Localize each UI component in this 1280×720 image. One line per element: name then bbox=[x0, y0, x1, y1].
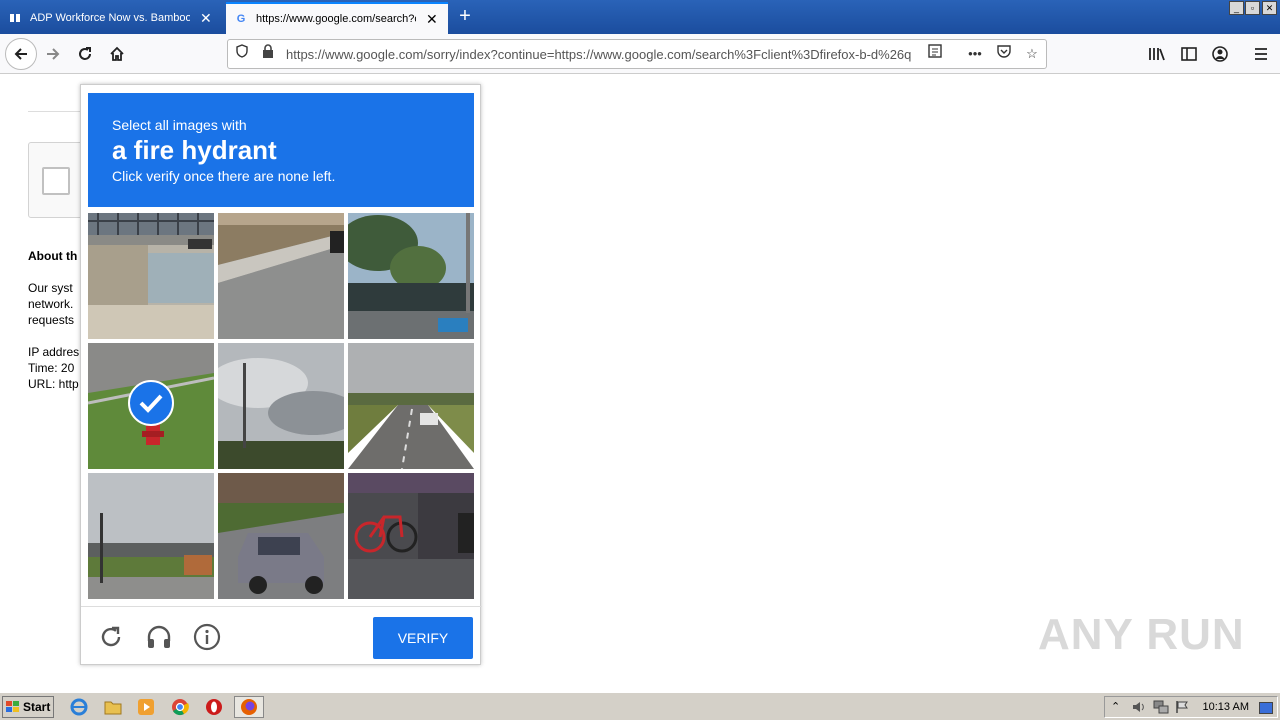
captcha-tile[interactable] bbox=[218, 473, 344, 599]
verify-button[interactable]: VERIFY bbox=[373, 617, 473, 659]
hamburger-icon bbox=[1255, 48, 1267, 60]
minimize-button[interactable]: _ bbox=[1229, 1, 1244, 15]
close-tab-icon[interactable]: ✕ bbox=[200, 10, 212, 27]
nav-bar: https://www.google.com/sorry/index?conti… bbox=[0, 34, 1280, 74]
text-line: IP addres bbox=[28, 345, 80, 359]
captcha-tile-selected[interactable] bbox=[88, 343, 214, 469]
recaptcha-box bbox=[28, 142, 88, 218]
google-icon: G bbox=[236, 13, 246, 25]
new-tab-button[interactable]: + bbox=[452, 4, 478, 30]
close-tab-icon[interactable]: ✕ bbox=[426, 11, 438, 28]
close-window-button[interactable]: ✕ bbox=[1262, 1, 1277, 15]
library-icon bbox=[1149, 48, 1165, 61]
more-actions-icon[interactable]: ••• bbox=[965, 44, 985, 64]
folder-icon[interactable] bbox=[102, 697, 124, 717]
captcha-tile[interactable] bbox=[348, 473, 474, 599]
arrow-left-icon bbox=[14, 48, 27, 60]
arrow-right-icon bbox=[47, 48, 60, 60]
captcha-banner: Select all images with a fire hydrant Cl… bbox=[88, 93, 474, 207]
bookmark-star-icon[interactable]: ☆ bbox=[1022, 44, 1042, 64]
reload-button[interactable] bbox=[70, 39, 100, 69]
library-button[interactable] bbox=[1142, 39, 1172, 69]
account-button[interactable] bbox=[1205, 39, 1235, 69]
account-icon bbox=[1212, 46, 1228, 62]
show-desktop-icon[interactable] bbox=[1259, 702, 1273, 714]
flag-icon[interactable] bbox=[1175, 700, 1189, 717]
system-tray: ⌃ 10:13 AM bbox=[1104, 696, 1278, 718]
forward-button[interactable] bbox=[38, 39, 68, 69]
captcha-tile[interactable] bbox=[348, 343, 474, 469]
url-text: https://www.google.com/sorry/index?conti… bbox=[286, 47, 912, 62]
request-details: IP addres Time: 20 URL: http bbox=[28, 344, 79, 392]
home-icon bbox=[110, 46, 124, 61]
target-object: a fire hydrant bbox=[112, 135, 277, 165]
captcha-tile[interactable] bbox=[218, 343, 344, 469]
tab-google[interactable]: G https://www.google.com/search?c ✕ bbox=[226, 2, 448, 34]
shield-icon[interactable] bbox=[232, 44, 252, 64]
hint-text: Click verify once there are none left. bbox=[112, 168, 336, 184]
tab-title: https://www.google.com/search?c bbox=[256, 13, 416, 25]
url-bar[interactable]: https://www.google.com/sorry/index?conti… bbox=[227, 39, 1047, 69]
sidebar-icon bbox=[1181, 47, 1197, 61]
windows-logo-icon bbox=[6, 701, 20, 713]
checkmark-icon bbox=[128, 380, 174, 426]
captcha-footer: VERIFY bbox=[81, 606, 482, 666]
text-line: network. bbox=[28, 297, 74, 311]
anyrun-watermark: ANY RUN bbox=[1038, 610, 1245, 659]
opera-icon[interactable] bbox=[203, 697, 225, 717]
recaptcha-checkbox[interactable] bbox=[42, 167, 70, 195]
captcha-tile[interactable] bbox=[218, 213, 344, 339]
media-player-icon[interactable] bbox=[135, 697, 157, 717]
text-line: Time: 20 bbox=[28, 361, 75, 375]
tray-expand-icon[interactable]: ⌃ bbox=[1111, 700, 1120, 713]
tab-title: ADP Workforce Now vs. BambooH bbox=[30, 12, 190, 24]
sidebar-button[interactable] bbox=[1174, 39, 1204, 69]
captcha-tile[interactable] bbox=[88, 213, 214, 339]
captcha-tile[interactable] bbox=[88, 473, 214, 599]
headphones-icon[interactable] bbox=[143, 621, 175, 653]
lock-icon[interactable] bbox=[258, 44, 278, 64]
start-label: Start bbox=[23, 700, 51, 714]
text-line: Our syst bbox=[28, 281, 73, 295]
chrome-icon[interactable] bbox=[169, 697, 191, 717]
network-icon[interactable] bbox=[1153, 700, 1169, 717]
divider bbox=[28, 111, 88, 112]
firefox-taskbar-button[interactable] bbox=[234, 696, 264, 718]
reader-view-icon[interactable] bbox=[925, 44, 945, 64]
text-line: URL: http bbox=[28, 377, 79, 391]
taskbar: Start ⌃ 10:13 AM bbox=[0, 692, 1280, 720]
home-button[interactable] bbox=[102, 39, 132, 69]
pocket-icon[interactable] bbox=[994, 44, 1014, 64]
clock: 10:13 AM bbox=[1202, 701, 1249, 713]
book-icon bbox=[8, 11, 22, 25]
info-icon[interactable] bbox=[191, 621, 223, 653]
volume-icon[interactable] bbox=[1131, 700, 1147, 717]
instruction-text: Select all images with bbox=[112, 117, 247, 133]
restore-button[interactable]: ▫ bbox=[1245, 1, 1260, 15]
tab-adp[interactable]: ADP Workforce Now vs. BambooH ✕ bbox=[0, 2, 222, 34]
reload-icon bbox=[79, 47, 91, 60]
captcha-challenge: Select all images with a fire hydrant Cl… bbox=[80, 84, 482, 666]
text-line: requests bbox=[28, 313, 75, 327]
captcha-tile[interactable] bbox=[348, 213, 474, 339]
start-button[interactable]: Start bbox=[2, 696, 54, 718]
menu-button[interactable] bbox=[1246, 39, 1276, 69]
about-heading: About th bbox=[28, 249, 78, 263]
about-paragraph: Our syst network. requests bbox=[28, 280, 74, 328]
image-grid bbox=[88, 213, 474, 599]
tab-bar: ADP Workforce Now vs. BambooH ✕ G https:… bbox=[0, 0, 1280, 34]
back-button[interactable] bbox=[5, 38, 37, 70]
firefox-icon bbox=[241, 699, 257, 715]
ie-icon[interactable] bbox=[68, 697, 90, 717]
reload-challenge-icon[interactable] bbox=[95, 621, 127, 653]
